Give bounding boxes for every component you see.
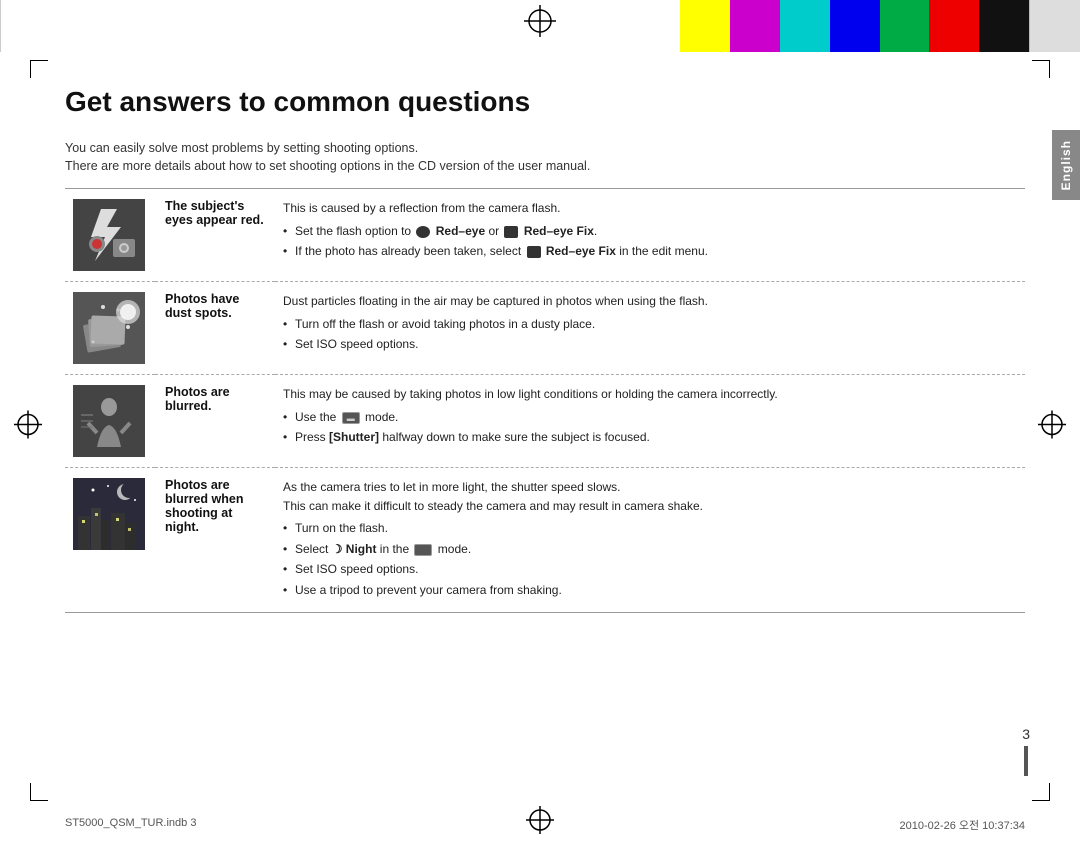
corner-mark-br (1032, 783, 1050, 801)
swatch-black (979, 0, 1029, 52)
english-tab-label: English (1059, 140, 1073, 190)
bullet-item: Use the ▬ mode. (283, 408, 1017, 427)
bullet-item: Set ISO speed options. (283, 335, 1017, 354)
table-row: The subject's eyes appear red. This is c… (65, 189, 1025, 282)
color-swatches (680, 0, 1080, 52)
swatch-yellow (680, 0, 730, 52)
reg-mark-top (524, 5, 556, 40)
swatch-lightgray (1029, 0, 1080, 52)
cell-solution-blurred: This may be caused by taking photos in l… (275, 375, 1025, 468)
image-red-eye (73, 199, 145, 271)
cell-image-night (65, 468, 155, 613)
intro-line-1: You can easily solve most problems by se… (65, 139, 1025, 158)
solution-bullets-2: Use the ▬ mode. Press [Shutter] halfway … (283, 408, 1017, 447)
solution-intro-3b: This can make it difficult to steady the… (283, 497, 1017, 516)
swatch-cyan (780, 0, 830, 52)
swatch-red (929, 0, 979, 52)
swatch-blue (830, 0, 880, 52)
solution-bullets-0: Set the flash option to Red–eye or Red–e… (283, 222, 1017, 261)
cell-image-red-eye (65, 189, 155, 282)
intro-line-2: There are more details about how to set … (65, 157, 1025, 176)
corner-mark-bl (30, 783, 48, 801)
main-content: Get answers to common questions You can … (65, 85, 1025, 796)
content-table: The subject's eyes appear red. This is c… (65, 188, 1025, 613)
image-dust (73, 292, 145, 364)
gray-swatches (0, 0, 1, 52)
table-row: Photos are blurred. This may be caused b… (65, 375, 1025, 468)
cell-solution-dust: Dust particles floating in the air may b… (275, 282, 1025, 375)
cell-problem-night: Photos are blurred when shooting at nigh… (155, 468, 275, 613)
footer: ST5000_QSM_TUR.indb 3 2010-02-26 오전 10:3… (65, 817, 1025, 833)
image-night (73, 478, 145, 550)
bullet-item: Turn on the flash. (283, 519, 1017, 538)
swatch-13 (0, 0, 1, 52)
table-row: Photos are blurred when shooting at nigh… (65, 468, 1025, 613)
solution-intro-3a: As the camera tries to let in more light… (283, 478, 1017, 497)
solution-bullets-3: Turn on the flash. Select ☽ Night in the… (283, 519, 1017, 599)
top-bar (0, 0, 1080, 52)
image-blurred (73, 385, 145, 457)
bullet-item: If the photo has already been taken, sel… (283, 242, 1017, 261)
cell-solution-red-eye: This is caused by a reflection from the … (275, 189, 1025, 282)
cell-image-dust (65, 282, 155, 375)
english-tab: English (1052, 130, 1080, 200)
footer-right: 2010-02-26 오전 10:37:34 (900, 817, 1025, 833)
bullet-item: Set the flash option to Red–eye or Red–e… (283, 222, 1017, 241)
bullet-item: Set ISO speed options. (283, 560, 1017, 579)
cell-solution-night: As the camera tries to let in more light… (275, 468, 1025, 613)
solution-intro-0: This is caused by a reflection from the … (283, 199, 1017, 218)
solution-bullets-1: Turn off the flash or avoid taking photo… (283, 315, 1017, 354)
intro-text: You can easily solve most problems by se… (65, 139, 1025, 177)
corner-mark-tr (1032, 60, 1050, 78)
cell-problem-red-eye: The subject's eyes appear red. (155, 189, 275, 282)
bullet-item: Turn off the flash or avoid taking photo… (283, 315, 1017, 334)
solution-intro-1: Dust particles floating in the air may b… (283, 292, 1017, 311)
table-row: Photos have dust spots. Dust particles f… (65, 282, 1025, 375)
swatch-green (880, 0, 930, 52)
bullet-item: Select ☽ Night in the mode. (283, 540, 1017, 559)
bullet-item: Press [Shutter] halfway down to make sur… (283, 428, 1017, 447)
bullet-item: Use a tripod to prevent your camera from… (283, 581, 1017, 600)
cell-problem-dust: Photos have dust spots. (155, 282, 275, 375)
corner-mark-tl (30, 60, 48, 78)
page-title: Get answers to common questions (65, 85, 1025, 119)
solution-intro-2: This may be caused by taking photos in l… (283, 385, 1017, 404)
reg-mark-right (1038, 410, 1066, 441)
cell-image-blurred (65, 375, 155, 468)
swatch-magenta (730, 0, 780, 52)
footer-left: ST5000_QSM_TUR.indb 3 (65, 817, 196, 833)
reg-mark-left (14, 410, 42, 441)
cell-problem-blurred: Photos are blurred. (155, 375, 275, 468)
